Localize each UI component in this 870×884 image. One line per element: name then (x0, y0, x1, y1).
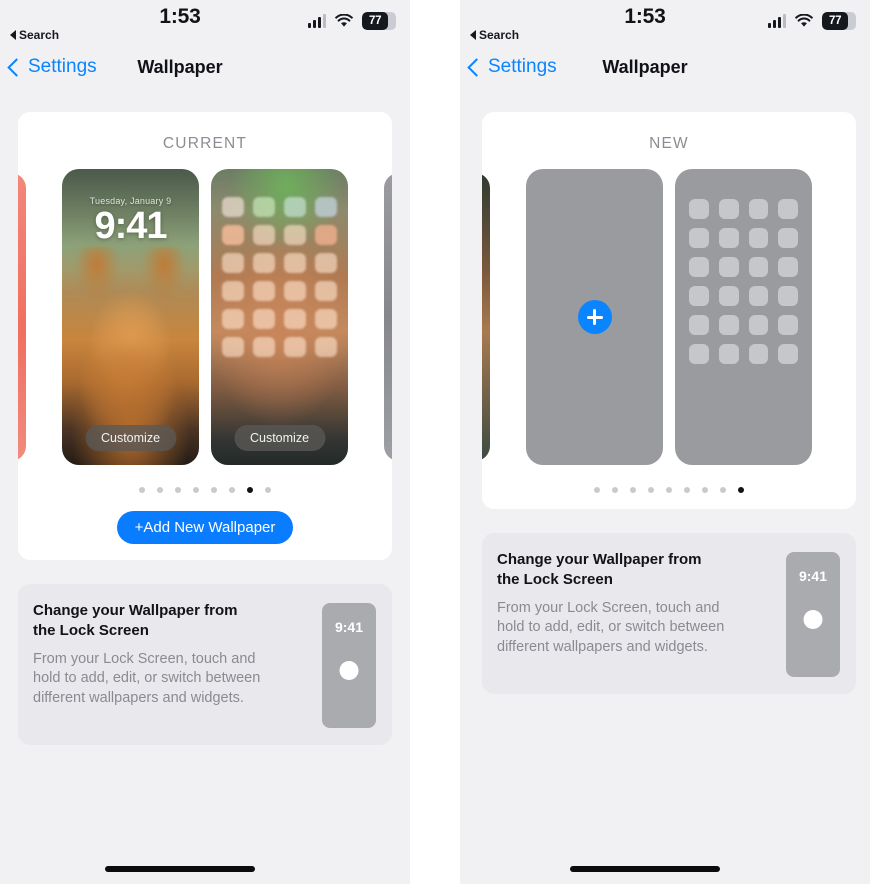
page-dot[interactable] (211, 487, 217, 493)
info-card-body: From your Lock Screen, touch and hold to… (33, 650, 261, 706)
back-triangle-icon (470, 30, 476, 40)
placeholder-app-icon-grid (689, 199, 798, 364)
page-dot[interactable] (720, 487, 726, 493)
info-card-phone-thumbnail-right: 9:41 (786, 552, 840, 677)
lock-screen-preview[interactable]: Tuesday, January 9 9:41 Customize (62, 169, 199, 465)
page-title: Wallpaper (137, 57, 223, 77)
navigation-bar-right: Settings Wallpaper (460, 48, 870, 94)
next-wallpaper-peek[interactable] (384, 173, 392, 461)
panel-divider (410, 0, 460, 884)
page-dot[interactable] (648, 487, 654, 493)
status-bar-indicators-right: 77 (767, 12, 856, 30)
thumbnail-dot-icon (339, 661, 359, 680)
status-bar-back-label: Search (19, 28, 60, 42)
home-indicator-right (570, 866, 720, 872)
page-dot[interactable] (247, 487, 253, 493)
new-wallpaper-card: NEW (482, 112, 856, 509)
status-bar-right: 1:53 Search 77 (460, 0, 870, 48)
battery-icon: 77 (362, 12, 396, 30)
add-new-wallpaper-button[interactable]: +Add New Wallpaper (116, 511, 294, 544)
wallpaper-preview-carousel[interactable]: Tuesday, January 9 9:41 Customize Custom (18, 169, 392, 469)
customize-home-screen-button[interactable]: Customize (233, 425, 326, 451)
plus-icon[interactable] (577, 300, 612, 334)
page-dot[interactable] (193, 487, 199, 493)
home-indicator (105, 866, 255, 872)
page-dot[interactable] (702, 487, 708, 493)
cellular-signal-icon (767, 14, 786, 28)
thumbnail-dot-icon (803, 610, 823, 629)
page-dot[interactable] (594, 487, 600, 493)
previous-wallpaper-peek[interactable] (18, 173, 26, 461)
info-card-title: Change your Wallpaper from the Lock Scre… (33, 602, 238, 639)
page-dots-right[interactable] (482, 487, 856, 493)
info-card-right: Change your Wallpaper from the Lock Scre… (482, 533, 856, 694)
page-dot[interactable] (265, 487, 271, 493)
back-triangle-icon (10, 30, 16, 40)
page-dot[interactable] (684, 487, 690, 493)
battery-percent-label: 77 (368, 15, 382, 27)
battery-percent-label-right: 77 (828, 15, 842, 27)
home-screen-preview[interactable]: Customize (211, 169, 348, 465)
wifi-icon (335, 13, 353, 28)
page-title-right: Wallpaper (602, 57, 688, 77)
page-dot[interactable] (666, 487, 672, 493)
info-card-left: Change your Wallpaper from the Lock Scre… (18, 584, 392, 745)
page-dot[interactable] (612, 487, 618, 493)
info-card-body-right: From your Lock Screen, touch and hold to… (497, 599, 725, 655)
status-bar-back-to-search-right[interactable]: Search (470, 28, 519, 42)
info-card-title-right: Change your Wallpaper from the Lock Scre… (497, 551, 702, 588)
new-home-screen-placeholder[interactable] (675, 169, 812, 465)
lock-screen-time: 9:41 (94, 205, 167, 247)
page-dot[interactable] (229, 487, 235, 493)
page-dot[interactable] (157, 487, 163, 493)
dual-screenshot-container: 1:53 Search 77 Settings Wallpaper CURREN… (0, 0, 870, 884)
thumbnail-time-right: 9:41 (798, 568, 828, 584)
wifi-icon (795, 13, 813, 28)
page-dot[interactable] (630, 487, 636, 493)
battery-icon: 77 (822, 12, 856, 30)
new-wallpaper-preview-carousel[interactable] (482, 169, 856, 469)
cellular-signal-icon (307, 14, 326, 28)
status-bar-back-label-right: Search (479, 28, 520, 42)
page-dots-left[interactable] (18, 487, 392, 493)
status-bar: 1:53 Search 77 (0, 0, 410, 48)
navigation-bar: Settings Wallpaper (0, 48, 410, 94)
left-phone-screen: 1:53 Search 77 Settings Wallpaper CURREN… (0, 0, 410, 884)
customize-lock-screen-button[interactable]: Customize (84, 425, 177, 451)
page-dot[interactable] (139, 487, 145, 493)
status-bar-back-to-search[interactable]: Search (10, 28, 59, 42)
new-card-heading: NEW (649, 135, 689, 152)
thumbnail-time: 9:41 (334, 619, 364, 635)
page-dot[interactable] (738, 487, 744, 493)
previous-wallpaper-peek-right[interactable] (482, 173, 490, 461)
right-phone-screen: 1:53 Search 77 Settings Wallpaper NEW Ch… (460, 0, 870, 884)
new-lock-screen-placeholder[interactable] (526, 169, 663, 465)
current-wallpaper-card: CURRENT Tuesday, January 9 9:41 Customiz… (18, 112, 392, 560)
current-card-heading: CURRENT (162, 135, 248, 152)
page-dot[interactable] (175, 487, 181, 493)
status-bar-indicators: 77 (307, 12, 396, 30)
info-card-phone-thumbnail: 9:41 (322, 603, 376, 728)
